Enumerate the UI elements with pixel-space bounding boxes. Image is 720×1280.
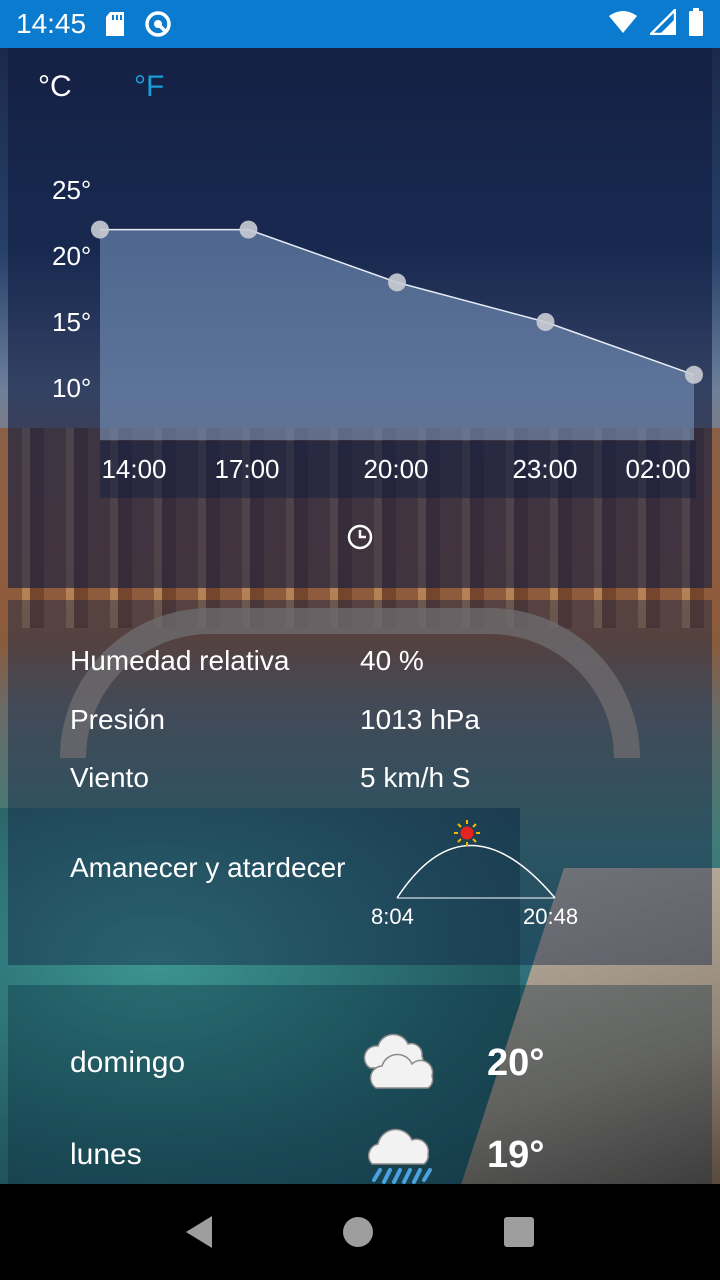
temperature-chart: 25° 20° 15° 10° 14:00 17:00 20:00 23:00 02:00 — [0, 160, 720, 484]
humidity-value: 40 % — [360, 645, 424, 676]
temperature-point[interactable] — [685, 365, 703, 384]
forecast-day: lunes — [70, 1138, 142, 1171]
x-tick-label: 20:00 — [363, 454, 428, 484]
wind-value: 5 km/h S — [360, 762, 471, 793]
temperature-point[interactable] — [239, 220, 258, 239]
wind-label: Viento — [70, 762, 149, 793]
status-bar: 14:45 — [0, 0, 720, 48]
vpn-icon — [144, 10, 172, 38]
rain-cloud-icon — [360, 1116, 440, 1191]
sd-card-icon — [104, 11, 126, 37]
recent-apps-icon[interactable] — [504, 1217, 535, 1247]
sunrise-time: 8:04 — [371, 904, 414, 929]
x-tick-label: 23:00 — [512, 454, 577, 484]
wifi-icon — [608, 10, 638, 39]
signal-icon — [647, 6, 677, 40]
x-tick-label: 14:00 — [101, 454, 166, 484]
pressure-label: Presión — [70, 704, 165, 735]
humidity-label: Humedad relativa — [70, 645, 290, 676]
temperature-point[interactable] — [388, 273, 406, 292]
x-tick-label: 17:00 — [214, 454, 279, 484]
celsius-toggle[interactable]: °C — [38, 70, 72, 104]
x-tick-label: 02:00 — [625, 454, 690, 484]
pressure-value: 1013 hPa — [360, 704, 480, 735]
forecast-temp: 20° — [487, 1042, 545, 1084]
battery-icon — [688, 7, 704, 41]
fahrenheit-toggle[interactable]: °F — [134, 70, 164, 104]
sun-arc-path — [396, 844, 556, 899]
forecast-temp: 19° — [487, 1134, 545, 1176]
y-tick-label: 20° — [52, 241, 91, 271]
y-tick-label: 10° — [52, 373, 91, 403]
cloudy-icon — [360, 1028, 440, 1097]
y-tick-label: 25° — [52, 175, 91, 205]
sunset-time: 20:48 — [523, 904, 579, 929]
temperature-area — [100, 229, 694, 440]
temperature-chart-svg: 25° 20° 15° 10° 14:00 17:00 20:00 23:00 02:00 — [52, 175, 703, 484]
sun-icon — [454, 820, 480, 846]
forecast-day: domingo — [70, 1046, 186, 1079]
temperature-point[interactable] — [91, 220, 109, 239]
back-icon[interactable] — [185, 1216, 212, 1248]
temperature-point[interactable] — [536, 313, 555, 331]
home-icon[interactable] — [342, 1217, 373, 1247]
clock-icon[interactable] — [346, 523, 374, 556]
y-tick-label: 15° — [52, 307, 91, 337]
sunrise-sunset-label: Amanecer y atardecer — [70, 852, 346, 883]
navigation-bar — [0, 1184, 720, 1280]
status-time: 14:45 — [16, 8, 87, 39]
sun-arc: 8:04 20:48 — [360, 818, 600, 938]
